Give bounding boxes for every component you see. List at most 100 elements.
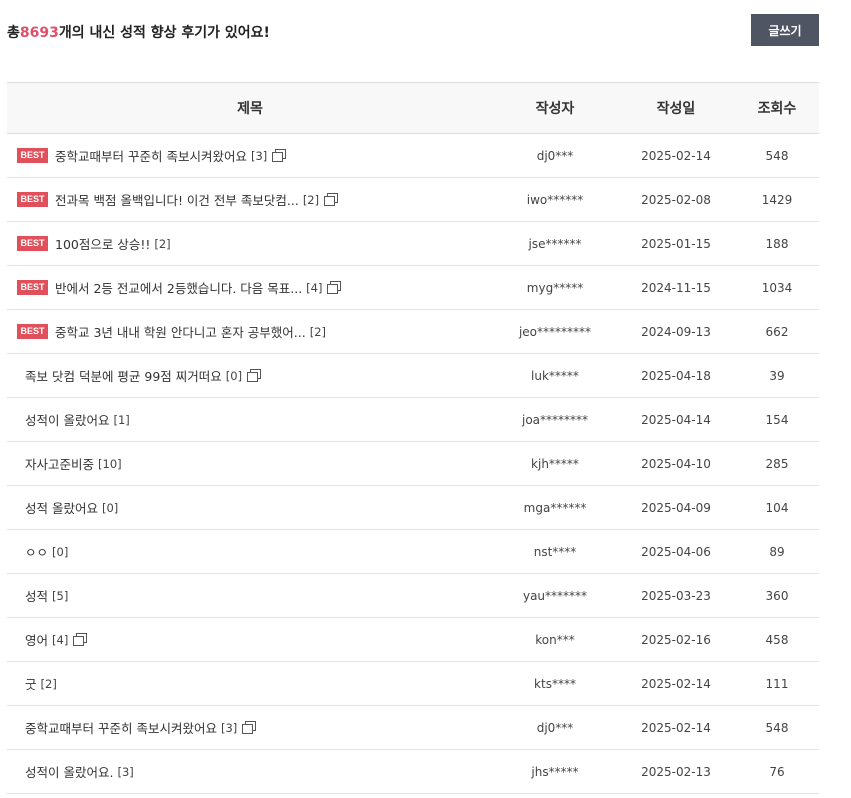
post-author: jeo********* (493, 309, 617, 354)
post-title-link[interactable]: 반에서 2등 전교에서 2등했습니다. 다음 목표... (55, 281, 302, 296)
post-table: 제목 작성자 작성일 조회수 BEST 중학교때부터 꾸준히 족보시켜왔어요 [3]… (7, 82, 819, 794)
comment-count: [3] (117, 764, 134, 779)
post-date: 2025-04-09 (617, 485, 735, 530)
post-author: luk***** (493, 353, 617, 398)
image-attachment-icon (247, 369, 262, 382)
column-header-views: 조회수 (735, 82, 819, 134)
post-views: 1429 (735, 177, 819, 222)
post-views: 76 (735, 749, 819, 794)
post-date: 2025-02-14 (617, 661, 735, 706)
post-author: kjh***** (493, 441, 617, 486)
post-author: myg***** (493, 265, 617, 310)
post-title-link[interactable]: ㅇㅇ (25, 545, 48, 560)
post-title-link[interactable]: 자사고준비중 (25, 457, 94, 472)
column-header-author: 작성자 (493, 82, 617, 134)
image-attachment-icon (324, 193, 339, 206)
table-row[interactable]: 성적 올랐어요 [0] mga****** 2025-04-09 104 (7, 485, 819, 530)
post-author: iwo****** (493, 177, 617, 222)
post-date: 2025-04-06 (617, 529, 735, 574)
image-attachment-icon (327, 281, 342, 294)
best-badge: BEST (17, 236, 48, 251)
post-title-cell: BEST 반에서 2등 전교에서 2등했습니다. 다음 목표... [4] (7, 265, 493, 310)
post-date: 2025-01-15 (617, 221, 735, 266)
post-title-cell: 굿 [2] (7, 661, 493, 706)
image-attachment-icon (242, 721, 257, 734)
post-author: kon*** (493, 617, 617, 662)
table-row[interactable]: 자사고준비중 [10] kjh***** 2025-04-10 285 (7, 441, 819, 486)
table-row[interactable]: 성적이 올랐어요. [3] jhs***** 2025-02-13 76 (7, 749, 819, 794)
post-views: 360 (735, 573, 819, 618)
table-row[interactable]: 성적이 올랐어요 [1] joa******** 2025-04-14 154 (7, 397, 819, 442)
post-views: 39 (735, 353, 819, 398)
table-row[interactable]: BEST 100점으로 상승!! [2] jse****** 2025-01-15 188 (7, 221, 819, 266)
post-date: 2025-02-14 (617, 133, 735, 178)
table-row[interactable]: 굿 [2] kts**** 2025-02-14 111 (7, 661, 819, 706)
post-date: 2025-04-14 (617, 397, 735, 442)
post-title-link[interactable]: 성적 올랐어요 (25, 501, 98, 516)
post-title-cell: 족보 닷컴 덕분에 평균 99점 찌거떠요 [0] (7, 353, 493, 398)
best-badge: BEST (17, 148, 48, 163)
post-views: 89 (735, 529, 819, 574)
post-author: dj0*** (493, 133, 617, 178)
post-author: kts**** (493, 661, 617, 706)
post-title-link[interactable]: 중학교 3년 내내 학원 안다니고 혼자 공부했어... (55, 325, 306, 340)
post-title-link[interactable]: 중학교때부터 꾸준히 족보시켜왔어요 (55, 149, 247, 164)
table-row[interactable]: BEST 중학교때부터 꾸준히 족보시켜왔어요 [3] dj0*** 2025-02-1… (7, 133, 819, 178)
post-title-link[interactable]: 영어 (25, 633, 48, 648)
post-views: 104 (735, 485, 819, 530)
comment-count: [3] (250, 148, 268, 163)
post-title-link[interactable]: 성적이 올랐어요 (25, 413, 109, 428)
post-title-cell: 성적이 올랐어요 [1] (7, 397, 493, 442)
board-header: 총8693개의 내신 성적 향상 후기가 있어요! 글쓰기 (7, 14, 819, 46)
post-date: 2025-02-13 (617, 749, 735, 794)
post-title-cell: 영어 [4] (7, 617, 493, 662)
post-views: 154 (735, 397, 819, 442)
post-title-cell: 자사고준비중 [10] (7, 441, 493, 486)
post-author: jse****** (493, 221, 617, 266)
post-views: 188 (735, 221, 819, 266)
post-title-link[interactable]: 전과목 백점 올백입니다! 이건 전부 족보닷컴... (55, 193, 299, 208)
table-row[interactable]: 성적 [5] yau******* 2025-03-23 360 (7, 573, 819, 618)
post-views: 111 (735, 661, 819, 706)
comment-count: [5] (52, 588, 69, 603)
comment-count: [0] (101, 500, 119, 515)
post-views: 285 (735, 441, 819, 486)
comment-count: [4] (52, 632, 69, 647)
post-date: 2024-09-13 (617, 309, 735, 354)
post-count: 8693 (19, 25, 59, 41)
table-row[interactable]: BEST 전과목 백점 올백입니다! 이건 전부 족보닷컴... [2] iwo***… (7, 177, 819, 222)
table-row[interactable]: 영어 [4] kon*** 2025-02-16 458 (7, 617, 819, 662)
table-row[interactable]: BEST 반에서 2등 전교에서 2등했습니다. 다음 목표... [4] myg**… (7, 265, 819, 310)
comment-count: [2] (154, 236, 171, 251)
post-title-cell: BEST 전과목 백점 올백입니다! 이건 전부 족보닷컴... [2] (7, 177, 493, 222)
comment-count: [4] (306, 280, 323, 295)
post-date: 2025-02-16 (617, 617, 735, 662)
post-author: mga****** (493, 485, 617, 530)
post-title-cell: 중학교때부터 꾸준히 족보시켜왔어요 [3] (7, 705, 493, 750)
post-date: 2025-04-18 (617, 353, 735, 398)
post-title-cell: 성적 [5] (7, 573, 493, 618)
post-author: jhs***** (493, 749, 617, 794)
post-title-link[interactable]: 100점으로 상승!! (55, 237, 150, 252)
image-attachment-icon (272, 149, 287, 162)
write-post-button[interactable]: 글쓰기 (751, 14, 819, 46)
post-title-link[interactable]: 굿 (25, 677, 37, 692)
post-count-summary: 총8693개의 내신 성적 향상 후기가 있어요! (7, 22, 270, 42)
comment-count: [2] (40, 676, 57, 691)
post-title-link[interactable]: 중학교때부터 꾸준히 족보시켜왔어요 (25, 721, 217, 736)
post-title-link[interactable]: 족보 닷컴 덕분에 평균 99점 찌거떠요 (25, 369, 222, 384)
table-row[interactable]: BEST 중학교 3년 내내 학원 안다니고 혼자 공부했어... [2] jeo**… (7, 309, 819, 354)
post-title-cell: BEST 중학교때부터 꾸준히 족보시켜왔어요 [3] (7, 133, 493, 178)
table-row[interactable]: ㅇㅇ [0] nst**** 2025-04-06 89 (7, 529, 819, 574)
best-badge: BEST (17, 192, 48, 207)
column-header-date: 작성일 (617, 82, 735, 134)
table-row[interactable]: 중학교때부터 꾸준히 족보시켜왔어요 [3] dj0*** 2025-02-14 548 (7, 705, 819, 750)
best-badge: BEST (17, 280, 48, 295)
post-title-link[interactable]: 성적이 올랐어요. (25, 765, 113, 780)
table-row[interactable]: 족보 닷컴 덕분에 평균 99점 찌거떠요 [0] luk***** 2025-04-… (7, 353, 819, 398)
post-title-link[interactable]: 성적 (25, 589, 48, 604)
post-date: 2025-04-10 (617, 441, 735, 486)
comment-count: [0] (52, 544, 69, 559)
comment-count: [10] (98, 456, 122, 471)
comment-count: [2] (302, 192, 320, 207)
